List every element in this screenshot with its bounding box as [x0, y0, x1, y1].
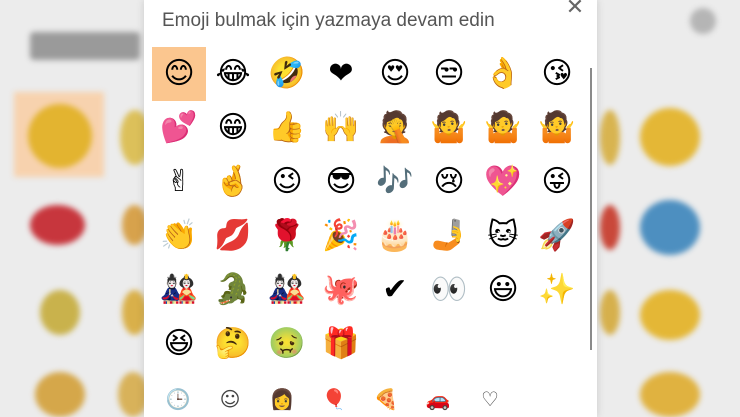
- background-emoji-blur: [600, 290, 620, 335]
- car-icon: 🚗: [425, 387, 451, 411]
- emoji-cell[interactable]: 💖: [476, 155, 530, 209]
- background-emoji-blur: [640, 108, 700, 166]
- emoji-panel: Emoji bulmak için yazmaya devam edin ✕ 😊…: [144, 0, 597, 417]
- emoji-cell[interactable]: 🤢: [260, 317, 314, 371]
- emoji-cell[interactable]: 🎉: [314, 209, 368, 263]
- search-prompt: Emoji bulmak için yazmaya devam edin: [162, 10, 495, 31]
- emoji-cell[interactable]: 😆: [152, 317, 206, 371]
- emoji-cell[interactable]: 👀: [422, 263, 476, 317]
- emoji-cell[interactable]: 🤳: [422, 209, 476, 263]
- tab-pizza-icon[interactable]: 🍕: [360, 381, 412, 417]
- emoji-cell[interactable]: 😎: [314, 155, 368, 209]
- background-emoji-blur: [40, 290, 80, 335]
- emoji-cell[interactable]: 🐙: [314, 263, 368, 317]
- person-icon: 👩: [269, 387, 295, 411]
- background-emoji-blur: [28, 104, 92, 168]
- background-title-blur: [30, 32, 140, 60]
- emoji-cell[interactable]: 🤣: [260, 47, 314, 101]
- background-emoji-blur: [640, 290, 700, 340]
- emoji-cell[interactable]: 😊: [152, 47, 206, 101]
- background-emoji-blur: [640, 200, 700, 255]
- emoji-cell[interactable]: ✔: [368, 263, 422, 317]
- emoji-cell[interactable]: 🌹: [260, 209, 314, 263]
- emoji-cell[interactable]: 🎁: [314, 317, 368, 371]
- background-emoji-blur: [35, 372, 85, 417]
- tab-heart-icon[interactable]: ♡: [464, 381, 516, 417]
- tab-person-icon[interactable]: 👩: [256, 381, 308, 417]
- emoji-cell[interactable]: 👍: [260, 101, 314, 155]
- tab-balloon-icon[interactable]: 🎈: [308, 381, 360, 417]
- balloon-icon: 🎈: [321, 387, 347, 411]
- emoji-cell[interactable]: 🙌: [314, 101, 368, 155]
- emoji-cell[interactable]: 😉: [260, 155, 314, 209]
- pizza-icon: 🍕: [373, 387, 399, 411]
- emoji-cell[interactable]: 💕: [152, 101, 206, 155]
- emoji-cell[interactable]: 😁: [206, 101, 260, 155]
- background-emoji-blur: [600, 205, 620, 250]
- emoji-cell[interactable]: 😒: [422, 47, 476, 101]
- emoji-cell[interactable]: 🎶: [368, 155, 422, 209]
- emoji-cell[interactable]: 👌: [476, 47, 530, 101]
- recent-icon: 🕒: [165, 387, 191, 411]
- emoji-cell[interactable]: 🎎: [152, 263, 206, 317]
- emoji-cell[interactable]: 😜: [530, 155, 584, 209]
- emoji-cell[interactable]: 🤷: [476, 101, 530, 155]
- scrollbar[interactable]: [590, 68, 592, 350]
- emoji-cell[interactable]: ❤: [314, 47, 368, 101]
- category-tabs: 🕒 ☺ 👩 🎈 🍕 🚗 ♡: [152, 381, 572, 417]
- emoji-cell[interactable]: 😃: [476, 263, 530, 317]
- emoji-cell[interactable]: 😢: [422, 155, 476, 209]
- background-emoji-blur: [30, 205, 85, 245]
- tab-smiley-icon[interactable]: ☺: [204, 381, 256, 417]
- emoji-cell[interactable]: 🤞: [206, 155, 260, 209]
- close-button[interactable]: ✕: [563, 0, 587, 20]
- emoji-cell[interactable]: 🤔: [206, 317, 260, 371]
- emoji-cell[interactable]: 🤷: [422, 101, 476, 155]
- emoji-cell[interactable]: 🤦: [368, 101, 422, 155]
- emoji-cell[interactable]: ✨: [530, 263, 584, 317]
- emoji-grid: 😊 😂 🤣 ❤ 😍 😒 👌 😘 💕 😁 👍 🙌 🤦 🤷 🤷 🤷 ✌ 🤞 😉 😎 🎶 😢 💖 😜 👏 💋 🌹 🎉 🎂 🤳 🐱 🚀 🎎 🐊 🎎 🐙 ✔ 👀 😃 ✨…: [152, 47, 584, 371]
- tab-car-icon[interactable]: 🚗: [412, 381, 464, 417]
- emoji-cell[interactable]: 👏: [152, 209, 206, 263]
- background-icon-blur: [690, 8, 716, 34]
- emoji-cell[interactable]: 🎂: [368, 209, 422, 263]
- heart-icon: ♡: [481, 387, 499, 411]
- emoji-cell[interactable]: 😍: [368, 47, 422, 101]
- tab-recent-icon[interactable]: 🕒: [152, 381, 204, 417]
- emoji-cell[interactable]: ✌: [152, 155, 206, 209]
- emoji-cell[interactable]: 🤷: [530, 101, 584, 155]
- emoji-cell[interactable]: 🚀: [530, 209, 584, 263]
- emoji-cell[interactable]: 💋: [206, 209, 260, 263]
- emoji-cell[interactable]: 😘: [530, 47, 584, 101]
- background-emoji-blur: [640, 372, 700, 417]
- smiley-icon: ☺: [219, 387, 241, 411]
- emoji-cell[interactable]: 🐱: [476, 209, 530, 263]
- emoji-cell[interactable]: 🎎: [260, 263, 314, 317]
- emoji-cell[interactable]: 🐊: [206, 263, 260, 317]
- emoji-cell[interactable]: 😂: [206, 47, 260, 101]
- background-emoji-blur: [600, 110, 620, 165]
